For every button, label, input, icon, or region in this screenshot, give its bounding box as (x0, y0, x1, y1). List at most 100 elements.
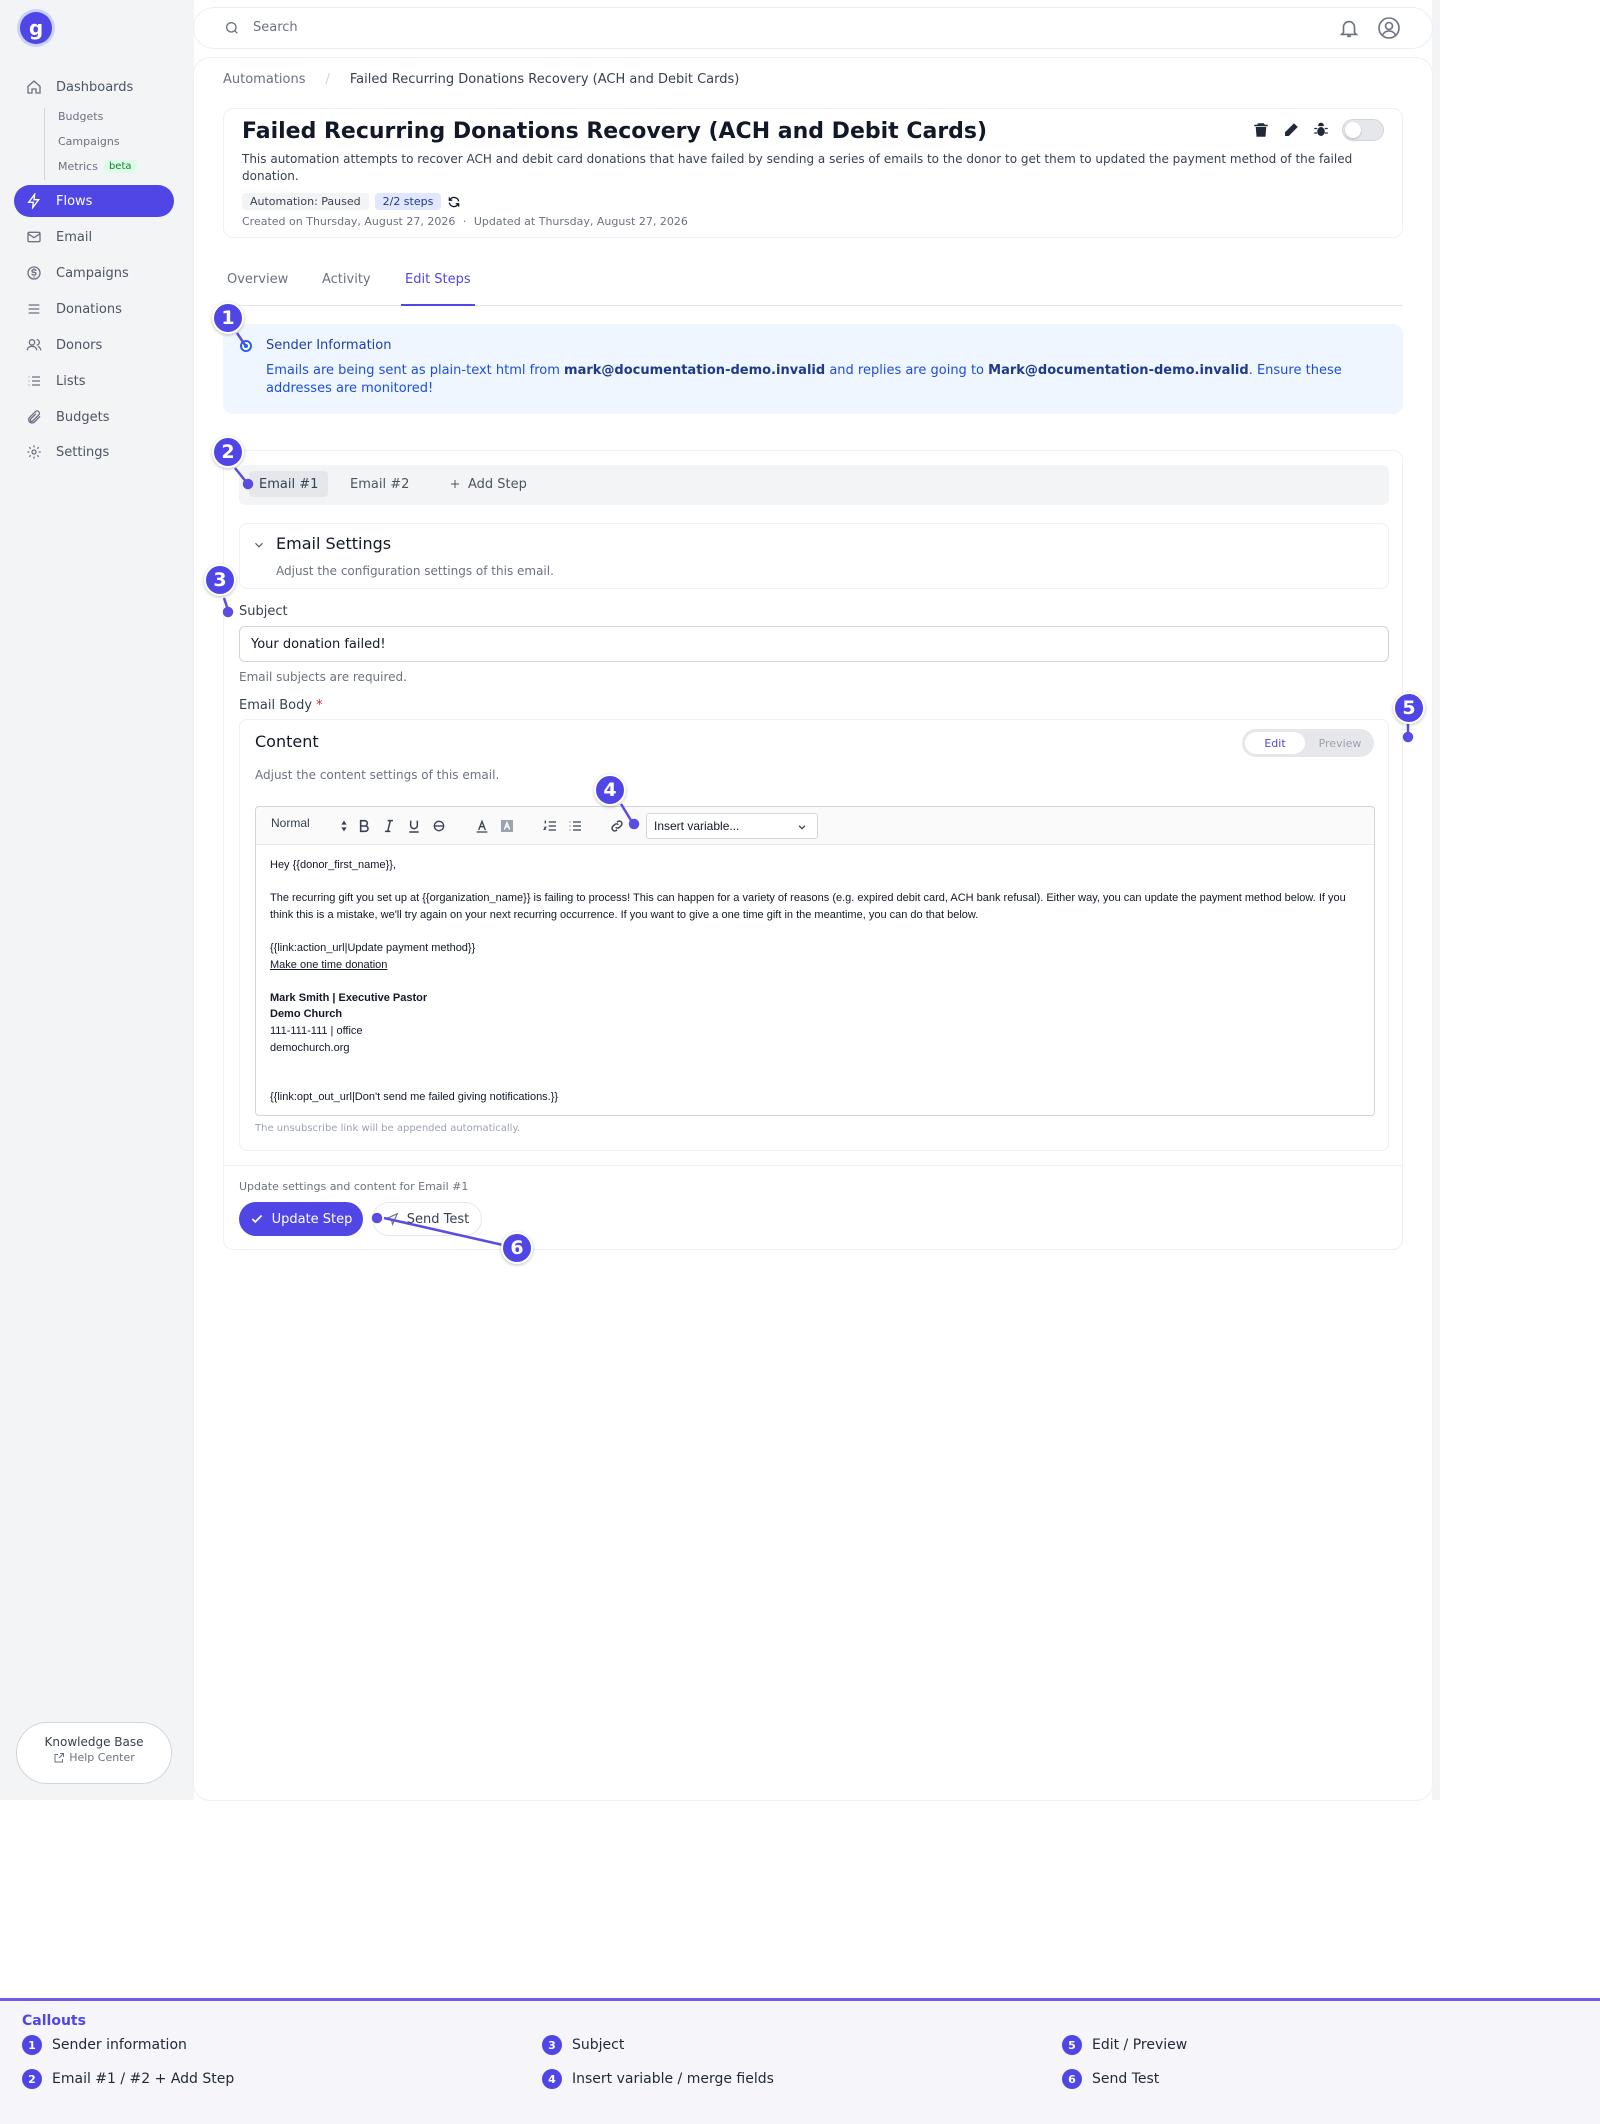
link-icon[interactable] (609, 818, 625, 834)
edit-preview-toggle: Edit Preview (1242, 729, 1374, 757)
sender-description: Emails are being sent as plain-text html… (266, 363, 1342, 396)
sidebar-item-flows[interactable]: Flows (14, 185, 174, 217)
sidebar-item-settings[interactable]: Settings (14, 436, 174, 468)
page-title: Failed Recurring Donations Recovery (ACH… (242, 119, 988, 144)
sidebar-subitem-metrics[interactable]: Metrics beta (58, 160, 137, 173)
pencil-icon[interactable] (1282, 121, 1300, 139)
signature-phone: 111-111-111 | office (270, 1024, 363, 1037)
format-select[interactable]: Normal (271, 816, 310, 830)
sidebar-item-email[interactable]: Email (14, 221, 174, 253)
callouts-title: Callouts (22, 2013, 86, 2029)
sidebar-subitem-campaigns[interactable]: Campaigns (58, 135, 120, 148)
update-hint: Update settings and content for Email #1 (239, 1180, 469, 1193)
sidebar-item-label: Settings (56, 444, 110, 460)
sidebar: g Dashboards Budgets Campaigns Metrics be… (0, 0, 194, 1800)
unsubscribe-note: The unsubscribe link will be appended au… (255, 1123, 521, 1134)
page-tabs: Overview Activity Edit Steps (223, 258, 1403, 306)
tab-edit-steps[interactable]: Edit Steps (401, 272, 475, 306)
underline-icon[interactable] (406, 818, 422, 834)
badge-row: Automation: Paused 2/2 steps (242, 193, 461, 210)
sidebar-item-label: Dashboards (56, 79, 134, 95)
updated-date: Updated at Thursday, August 27, 2026 (473, 215, 688, 228)
breadcrumb-automations[interactable]: Automations (223, 72, 306, 87)
sidebar-item-label: Campaigns (56, 265, 129, 281)
editor-toolbar: Normal Insert variable... (256, 807, 1374, 845)
sidebar-item-lists[interactable]: Lists (14, 365, 174, 397)
users-icon (26, 339, 42, 351)
sidebar-item-label: Flows (56, 193, 93, 209)
sidebar-item-campaigns[interactable]: Campaigns (14, 257, 174, 289)
send-test-button[interactable]: Send Test (372, 1202, 482, 1236)
content-section: Content Adjust the content settings of t… (239, 719, 1389, 1151)
chevron-down-icon[interactable] (252, 538, 266, 552)
required-mark: * (316, 698, 323, 713)
format-select-arrows-icon[interactable] (336, 818, 352, 834)
insert-variable-select[interactable]: Insert variable... (646, 813, 818, 839)
sender-information-panel: Sender Information Emails are being sent… (223, 324, 1403, 414)
dollar-icon (27, 266, 41, 280)
step-tab-email-1[interactable]: Email #1 (249, 471, 329, 497)
ordered-list-icon[interactable] (542, 818, 558, 834)
app-logo[interactable]: g (20, 12, 52, 44)
strikethrough-icon[interactable] (431, 818, 447, 834)
add-step-button[interactable]: Add Step (439, 471, 537, 497)
bug-icon[interactable] (1312, 121, 1330, 139)
bold-icon[interactable] (356, 818, 372, 834)
check-icon (251, 1214, 262, 1224)
sender-radio-indicator (240, 340, 252, 352)
trash-icon[interactable] (1252, 121, 1270, 139)
callout-marker-2: 2 (212, 436, 244, 468)
body-greeting: Hey {{donor_first_name}}, (270, 859, 396, 871)
callouts-legend: Callouts 1 Sender information 2 Email #1 /… (0, 1998, 1600, 2124)
one-time-donation-link[interactable]: Make one time donation (270, 959, 387, 971)
callout-item: 4 Insert variable / merge fields (542, 2069, 774, 2089)
steps-card: Email #1 Email #2 Add Step Email Setting… (223, 450, 1403, 1250)
edit-mode-button[interactable]: Edit (1245, 732, 1305, 754)
tab-overview[interactable]: Overview (223, 272, 292, 306)
subject-input[interactable] (239, 626, 1389, 662)
top-search-bar: Search (194, 8, 1432, 48)
automation-enable-toggle[interactable] (1342, 119, 1384, 141)
knowledge-base-button[interactable]: Knowledge Base Help Center (16, 1722, 172, 1784)
sidebar-item-dashboards[interactable]: Dashboards (14, 71, 174, 103)
send-icon (384, 1212, 399, 1226)
email-body-editor[interactable]: Hey {{donor_first_name}}, The recurring … (270, 857, 1360, 1106)
background-color-icon[interactable] (499, 818, 515, 834)
tab-activity[interactable]: Activity (318, 272, 375, 306)
content-title: Content (255, 732, 319, 751)
update-step-button[interactable]: Update Step (239, 1202, 363, 1236)
breadcrumb-separator: / (325, 72, 330, 87)
plus-icon (451, 480, 459, 488)
signature-name: Mark Smith | Executive Pastor (270, 991, 428, 1004)
step-tab-email-2[interactable]: Email #2 (340, 471, 419, 497)
email-settings-section[interactable]: Email Settings Adjust the configuration … (239, 523, 1389, 589)
sidebar-item-donations[interactable]: Donations (14, 293, 174, 325)
breadcrumb: Automations / Failed Recurring Donations… (223, 72, 739, 87)
breadcrumb-current: Failed Recurring Donations Recovery (ACH… (349, 72, 740, 87)
submenu-divider (44, 108, 45, 180)
user-avatar-icon[interactable] (1377, 16, 1401, 40)
bullet-list-icon[interactable] (567, 818, 583, 834)
callout-marker-5: 5 (1393, 692, 1425, 724)
subject-hint: Email subjects are required. (239, 670, 407, 684)
body-action-link: {{link:action_url|Update payment method}… (270, 941, 476, 954)
beta-badge: beta (103, 160, 137, 173)
help-center-link: Help Center (17, 1751, 171, 1764)
callout-marker-4: 4 (594, 774, 626, 806)
text-color-icon[interactable] (474, 818, 490, 834)
scrollbar-track[interactable] (1432, 0, 1440, 1800)
automation-description: This automation attempts to recover ACH … (242, 152, 1353, 183)
mail-icon (27, 231, 41, 243)
sidebar-item-donors[interactable]: Donors (14, 329, 174, 361)
search-input[interactable]: Search (253, 20, 298, 35)
dates-row: Created on Thursday, August 27, 2026 · U… (242, 215, 688, 228)
refresh-icon[interactable] (447, 195, 461, 209)
callout-marker-6: 6 (501, 1232, 533, 1264)
bullets-icon (28, 376, 40, 386)
italic-icon[interactable] (381, 818, 397, 834)
preview-mode-button[interactable]: Preview (1310, 732, 1370, 754)
sidebar-subitem-budgets[interactable]: Budgets (58, 110, 103, 123)
callout-item: 6 Send Test (1062, 2069, 1159, 2089)
bell-icon[interactable] (1338, 17, 1360, 39)
sidebar-item-budgets[interactable]: Budgets (14, 401, 174, 433)
